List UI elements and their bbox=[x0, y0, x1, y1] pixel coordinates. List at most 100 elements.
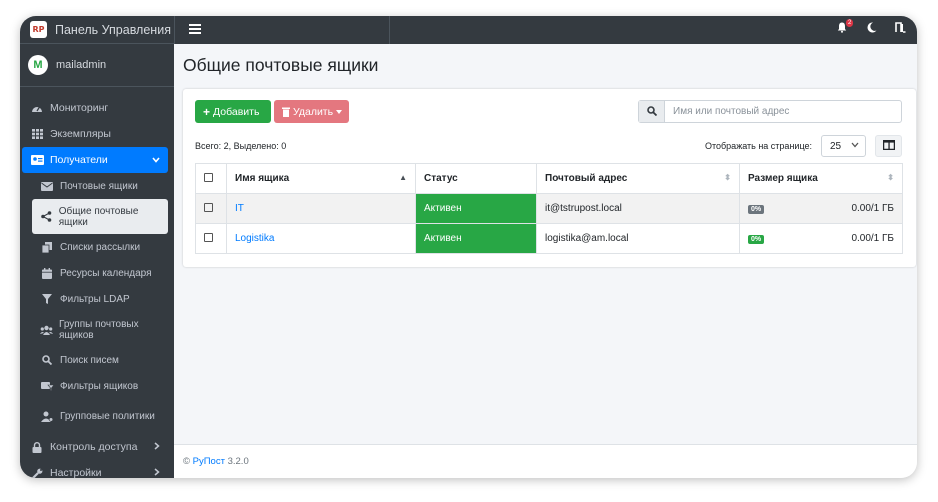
copyright-symbol: © bbox=[183, 456, 190, 467]
product-link[interactable]: РуПост bbox=[193, 456, 225, 467]
email-cell: it@tstrupost.local bbox=[536, 193, 740, 224]
row-checkbox[interactable] bbox=[204, 202, 213, 212]
mail-filter-icon bbox=[40, 381, 54, 391]
notifications-button[interactable]: 2 bbox=[837, 19, 854, 36]
trash-icon bbox=[282, 107, 290, 117]
add-button[interactable]: + Добавить bbox=[195, 100, 271, 123]
moon-icon bbox=[867, 22, 877, 36]
search-input[interactable] bbox=[665, 101, 901, 122]
sidebar-item-label: Списки рассылки bbox=[60, 241, 141, 253]
search-button[interactable] bbox=[639, 101, 665, 122]
filter-icon bbox=[40, 294, 54, 304]
notifications-badge: 2 bbox=[846, 19, 854, 27]
sidebar-item-access-control[interactable]: Контроль доступа bbox=[22, 434, 168, 460]
table-row[interactable]: IT Активен it@tstrupost.local 0% 0.00/1 … bbox=[195, 193, 903, 224]
row-checkbox[interactable] bbox=[204, 232, 213, 242]
size-cell: 0% 0.00/1 ГБ bbox=[739, 223, 903, 254]
page-title: Общие почтовые ящики bbox=[183, 55, 379, 75]
calendar-icon bbox=[40, 267, 54, 279]
per-page-label: Отображать на странице: bbox=[705, 141, 812, 151]
recipients-submenu: Почтовые ящики Общие почтовые ящики Спис… bbox=[22, 173, 168, 434]
mailboxes-table: Имя ящика ▲ Статус Почтовый адрес ⬍ Разм… bbox=[195, 163, 903, 254]
sidebar-item-label: Получатели bbox=[50, 154, 108, 166]
sidebar-item-ldap-filters[interactable]: Фильтры LDAP bbox=[32, 286, 168, 312]
sidebar-item-mailbox-filters[interactable]: Фильтры ящиков bbox=[32, 373, 168, 399]
column-header-label: Статус bbox=[424, 173, 458, 184]
wrench-icon bbox=[30, 468, 44, 478]
sidebar-item-label: Ресурсы календаря bbox=[60, 267, 152, 279]
sidebar-item-shared-mailboxes[interactable]: Общие почтовые ящики bbox=[32, 199, 168, 234]
grid-icon bbox=[30, 129, 44, 139]
topbar-divider bbox=[389, 16, 390, 44]
sort-asc-icon: ▲ bbox=[399, 173, 407, 182]
per-page-select[interactable]: 25 bbox=[821, 135, 866, 157]
sort-icon: ⬍ bbox=[724, 173, 731, 182]
brand[interactable]: RP Панель Управления bbox=[20, 16, 174, 44]
add-button-label: Добавить bbox=[213, 105, 260, 118]
search-icon bbox=[646, 103, 657, 121]
mailbox-name-link[interactable]: IT bbox=[235, 203, 244, 214]
size-value: 0.00/1 ГБ bbox=[851, 233, 894, 244]
sidebar-item-label: Настройки bbox=[50, 467, 102, 478]
chevron-down-icon bbox=[851, 140, 859, 150]
status-badge: Активен bbox=[415, 193, 537, 224]
sidebar-item-mail-search[interactable]: Поиск писем bbox=[32, 347, 168, 373]
user-name: mailadmin bbox=[56, 59, 107, 71]
copy-icon bbox=[40, 241, 54, 253]
table-header-row: Имя ящика ▲ Статус Почтовый адрес ⬍ Разм… bbox=[195, 163, 903, 194]
mailbox-name-cell: IT bbox=[226, 193, 416, 224]
sidebar-item-label: Мониторинг bbox=[50, 102, 109, 114]
columns-icon bbox=[882, 137, 895, 155]
table-row[interactable]: Logistika Активен logistika@am.local 0% … bbox=[195, 223, 903, 254]
lock-icon bbox=[30, 441, 44, 453]
selection-summary: Всего: 2, Выделено: 0 bbox=[195, 141, 287, 151]
share-icon bbox=[40, 211, 53, 222]
user-panel[interactable]: M mailadmin bbox=[20, 44, 174, 87]
sidebar-item-label: Группы почтовых ящиков bbox=[59, 318, 139, 341]
menu-toggle-icon[interactable] bbox=[189, 24, 201, 34]
sidebar-item-settings[interactable]: Настройки bbox=[22, 460, 168, 478]
sidebar-item-label: Экземпляры bbox=[50, 128, 111, 140]
footer: © РуПост 3.2.0 bbox=[174, 444, 917, 478]
columns-toggle-button[interactable] bbox=[875, 135, 902, 157]
main-content: Общие почтовые ящики + Добавить Удалить … bbox=[174, 44, 917, 444]
select-all-checkbox[interactable] bbox=[204, 172, 213, 182]
brand-logo-text: RP bbox=[32, 25, 45, 34]
sidebar-item-group-policies[interactable]: Групповые политики bbox=[32, 399, 168, 434]
sidebar-item-label: Общие почтовые ящики bbox=[58, 205, 139, 228]
column-header-size[interactable]: Размер ящика ⬍ bbox=[739, 163, 903, 194]
sidebar-item-mailboxes[interactable]: Почтовые ящики bbox=[32, 173, 168, 199]
sidebar-item-calendar-resources[interactable]: Ресурсы календаря bbox=[32, 260, 168, 286]
sidebar-item-label: Фильтры LDAP bbox=[60, 293, 130, 305]
sidebar-item-mailing-lists[interactable]: Списки рассылки bbox=[32, 234, 168, 260]
sidebar-item-recipients[interactable]: Получатели bbox=[22, 147, 168, 173]
email-cell: logistika@am.local bbox=[536, 223, 740, 254]
column-header-status[interactable]: Статус bbox=[415, 163, 537, 194]
mailbox-name-link[interactable]: Logistika bbox=[235, 233, 274, 244]
brand-title: Панель Управления bbox=[55, 22, 171, 37]
size-cell: 0% 0.00/1 ГБ bbox=[739, 193, 903, 224]
search-icon bbox=[40, 355, 54, 365]
mailbox-name-cell: Logistika bbox=[226, 223, 416, 254]
status-badge: Активен bbox=[415, 223, 537, 254]
caret-down-icon bbox=[336, 109, 343, 114]
dashboard-icon bbox=[30, 103, 44, 113]
sidebar-item-mailbox-groups[interactable]: Группы почтовых ящиков bbox=[32, 312, 168, 347]
select-all-cell bbox=[195, 163, 227, 194]
sidebar-item-label: Контроль доступа bbox=[50, 441, 138, 453]
column-header-email[interactable]: Почтовый адрес ⬍ bbox=[536, 163, 740, 194]
user-policy-icon bbox=[40, 411, 54, 422]
logout-button[interactable] bbox=[895, 22, 906, 36]
dark-mode-toggle[interactable] bbox=[867, 22, 877, 36]
sidebar-item-instances[interactable]: Экземпляры bbox=[22, 121, 168, 147]
avatar: M bbox=[28, 55, 48, 75]
plus-icon: + bbox=[203, 104, 211, 119]
column-header-name[interactable]: Имя ящика ▲ bbox=[226, 163, 416, 194]
sidebar-item-monitoring[interactable]: Мониторинг bbox=[22, 95, 168, 121]
sidebar-item-label: Поиск писем bbox=[60, 354, 119, 366]
version-text: 3.2.0 bbox=[227, 456, 249, 467]
sidebar-item-label: Почтовые ящики bbox=[60, 180, 138, 192]
delete-button-label: Удалить bbox=[293, 105, 334, 118]
delete-button[interactable]: Удалить bbox=[274, 100, 349, 123]
search-box bbox=[638, 100, 902, 123]
